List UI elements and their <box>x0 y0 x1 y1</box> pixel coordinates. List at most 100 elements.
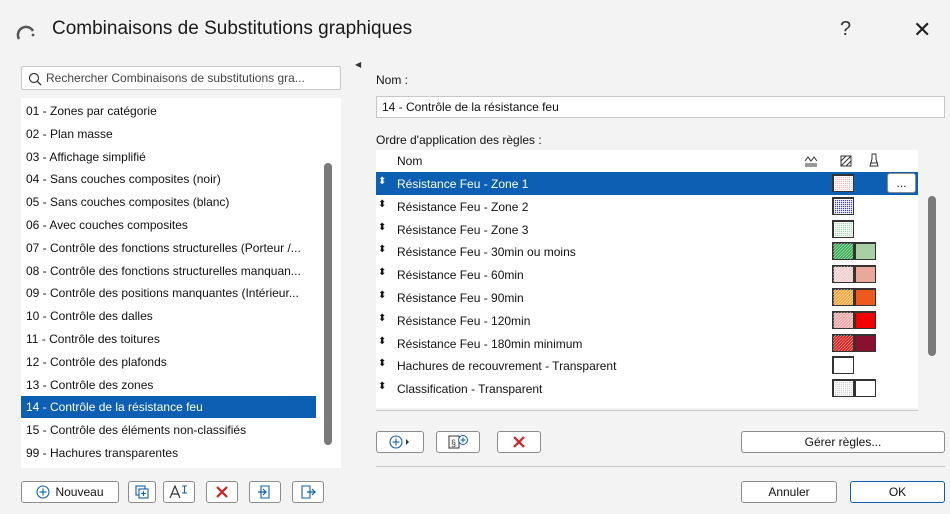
rule-more-button[interactable]: ... <box>887 173 916 193</box>
rule-fill-swatch <box>832 288 854 306</box>
rule-fill-swatch <box>832 356 854 375</box>
list-item[interactable]: 13 - Contrôle des zones <box>21 374 316 396</box>
rules-header-name: Nom <box>397 154 423 168</box>
rule-fill-swatch <box>832 265 854 284</box>
drag-handle-icon[interactable]: ⬍ <box>378 267 386 278</box>
list-scrollbar[interactable] <box>324 163 332 445</box>
rule-fill-swatch <box>832 219 854 238</box>
list-item[interactable]: 01 - Zones par catégorie <box>21 100 316 122</box>
rule-row[interactable]: ⬍ Résistance Feu - Zone 1... <box>376 172 918 195</box>
rule-label: Résistance Feu - Zone 3 <box>397 222 529 237</box>
pen-header-icon <box>869 153 879 167</box>
rule-fill-swatch <box>832 242 854 261</box>
rule-label: Classification - Transparent <box>397 382 543 397</box>
rule-row[interactable]: ⬍ Résistance Feu - 120min <box>376 309 918 332</box>
footer-divider <box>376 466 945 467</box>
rules-order-label: Ordre d'application des règles : <box>376 133 542 147</box>
duplicate-button[interactable] <box>128 481 156 503</box>
name-field[interactable] <box>376 96 945 118</box>
manage-rules-label: Gérer règles... <box>804 435 882 449</box>
name-input[interactable] <box>382 100 932 114</box>
rule-label: Résistance Feu - 180min minimum <box>397 336 583 351</box>
cancel-button[interactable]: Annuler <box>741 481 837 503</box>
rule-fill-swatch <box>832 379 854 398</box>
drag-handle-icon[interactable]: ⬍ <box>378 222 386 233</box>
search-box[interactable] <box>21 66 341 90</box>
rule-background-swatch <box>854 310 876 329</box>
drag-handle-icon[interactable]: ⬍ <box>378 336 386 347</box>
ok-button[interactable]: OK <box>850 481 945 503</box>
rule-label: Résistance Feu - 120min <box>397 313 531 328</box>
window-title: Combinaisons de Substitutions graphiques <box>52 18 413 39</box>
list-item[interactable]: 14 - Contrôle de la résistance feu <box>21 396 316 419</box>
add-rule-from-list-button[interactable]: § <box>436 431 480 453</box>
list-item[interactable]: 15 - Contrôle des éléments non-classifié… <box>21 419 316 441</box>
list-item[interactable]: 06 - Avec couches composites <box>21 214 316 236</box>
cut-fill-header-icon <box>840 155 852 167</box>
drag-handle-icon[interactable]: ⬍ <box>378 244 386 255</box>
add-icon <box>36 485 51 499</box>
rule-row[interactable]: ⬍ Résistance Feu - 30min ou moins <box>376 240 918 263</box>
rules-table: Nom ⬍ Résistance Feu - Zone 1... ⬍ Résistan… <box>376 150 918 408</box>
rule-background-swatch <box>854 242 876 261</box>
manage-rules-button[interactable]: Gérer règles... <box>741 431 945 453</box>
list-item[interactable]: 07 - Contrôle des fonctions structurelle… <box>21 237 316 259</box>
delete-icon <box>513 436 525 448</box>
rule-label: Hachures de recouvrement - Transparent <box>397 359 617 374</box>
svg-text:§: § <box>451 438 456 448</box>
rules-scrollbar[interactable] <box>928 196 936 356</box>
collapse-panel-icon[interactable]: ◀ <box>355 60 361 69</box>
rule-list-add-icon: § <box>448 435 468 449</box>
list-item[interactable]: 11 - Contrôle des toitures <box>21 328 316 350</box>
rules-table-header: Nom <box>376 150 918 172</box>
drag-handle-icon[interactable]: ⬍ <box>378 199 386 210</box>
remove-rule-button[interactable] <box>497 431 541 453</box>
rule-row[interactable]: ⬍ Résistance Feu - Zone 2 <box>376 195 918 218</box>
search-input[interactable] <box>46 70 336 86</box>
import-icon <box>258 485 270 499</box>
rule-label: Résistance Feu - 90min <box>397 291 524 305</box>
drag-handle-icon[interactable]: ⬍ <box>378 176 386 187</box>
list-item[interactable]: 05 - Sans couches composites (blanc) <box>21 191 316 213</box>
list-item[interactable]: 10 - Contrôle des dalles <box>21 305 316 327</box>
list-item[interactable]: 03 - Affichage simplifié <box>21 146 316 168</box>
list-item[interactable]: 99 - Hachures transparentes <box>21 442 316 464</box>
list-item[interactable]: 04 - Sans couches composites (noir) <box>21 168 316 190</box>
drag-handle-icon[interactable]: ⬍ <box>378 381 386 392</box>
rule-label: Résistance Feu - Zone 2 <box>397 199 529 214</box>
drag-handle-icon[interactable]: ⬍ <box>378 290 386 301</box>
list-item[interactable]: 02 - Plan masse <box>21 123 316 145</box>
rule-background-swatch <box>854 333 876 352</box>
rule-fill-swatch <box>832 196 854 215</box>
new-button-label: Nouveau <box>55 485 104 499</box>
drag-handle-icon[interactable]: ⬍ <box>378 313 386 324</box>
list-item[interactable]: 12 - Contrôle des plafonds <box>21 351 316 373</box>
add-rule-button[interactable] <box>376 431 424 453</box>
rule-row[interactable]: ⬍ Classification - Transparent <box>376 377 918 400</box>
drag-handle-icon[interactable]: ⬍ <box>378 358 386 369</box>
rule-label: Résistance Feu - Zone 1 <box>397 177 529 191</box>
close-button[interactable]: ✕ <box>913 17 931 43</box>
add-rule-icon <box>389 435 409 449</box>
rule-row[interactable]: ⬍ Résistance Feu - 180min minimum <box>376 332 918 355</box>
rule-row[interactable]: ⬍ Résistance Feu - 60min <box>376 263 918 286</box>
rule-background-swatch <box>854 379 876 398</box>
rule-row[interactable]: ⬍ Hachures de recouvrement - Transparent <box>376 354 918 377</box>
delete-combination-button[interactable] <box>206 481 238 503</box>
list-item[interactable]: 08 - Contrôle des fonctions structurelle… <box>21 260 316 282</box>
rule-label: Résistance Feu - 60min <box>397 268 524 283</box>
rename-button[interactable] <box>163 481 195 503</box>
help-button[interactable]: ? <box>840 18 851 41</box>
name-label: Nom : <box>376 73 409 87</box>
rule-background-swatch <box>854 288 876 306</box>
rule-fill-swatch <box>832 174 854 192</box>
rule-fill-swatch <box>832 310 854 329</box>
combinations-list: 01 - Zones par catégorie 02 - Plan masse 0… <box>21 98 341 468</box>
export-button[interactable] <box>292 481 324 503</box>
cancel-label: Annuler <box>768 485 810 499</box>
import-button[interactable] <box>249 481 281 503</box>
rule-row[interactable]: ⬍ Résistance Feu - Zone 3 <box>376 218 918 241</box>
rule-row[interactable]: ⬍ Résistance Feu - 90min <box>376 286 918 309</box>
new-button[interactable]: Nouveau <box>21 481 119 503</box>
list-item[interactable]: 09 - Contrôle des positions manquantes (… <box>21 282 316 304</box>
